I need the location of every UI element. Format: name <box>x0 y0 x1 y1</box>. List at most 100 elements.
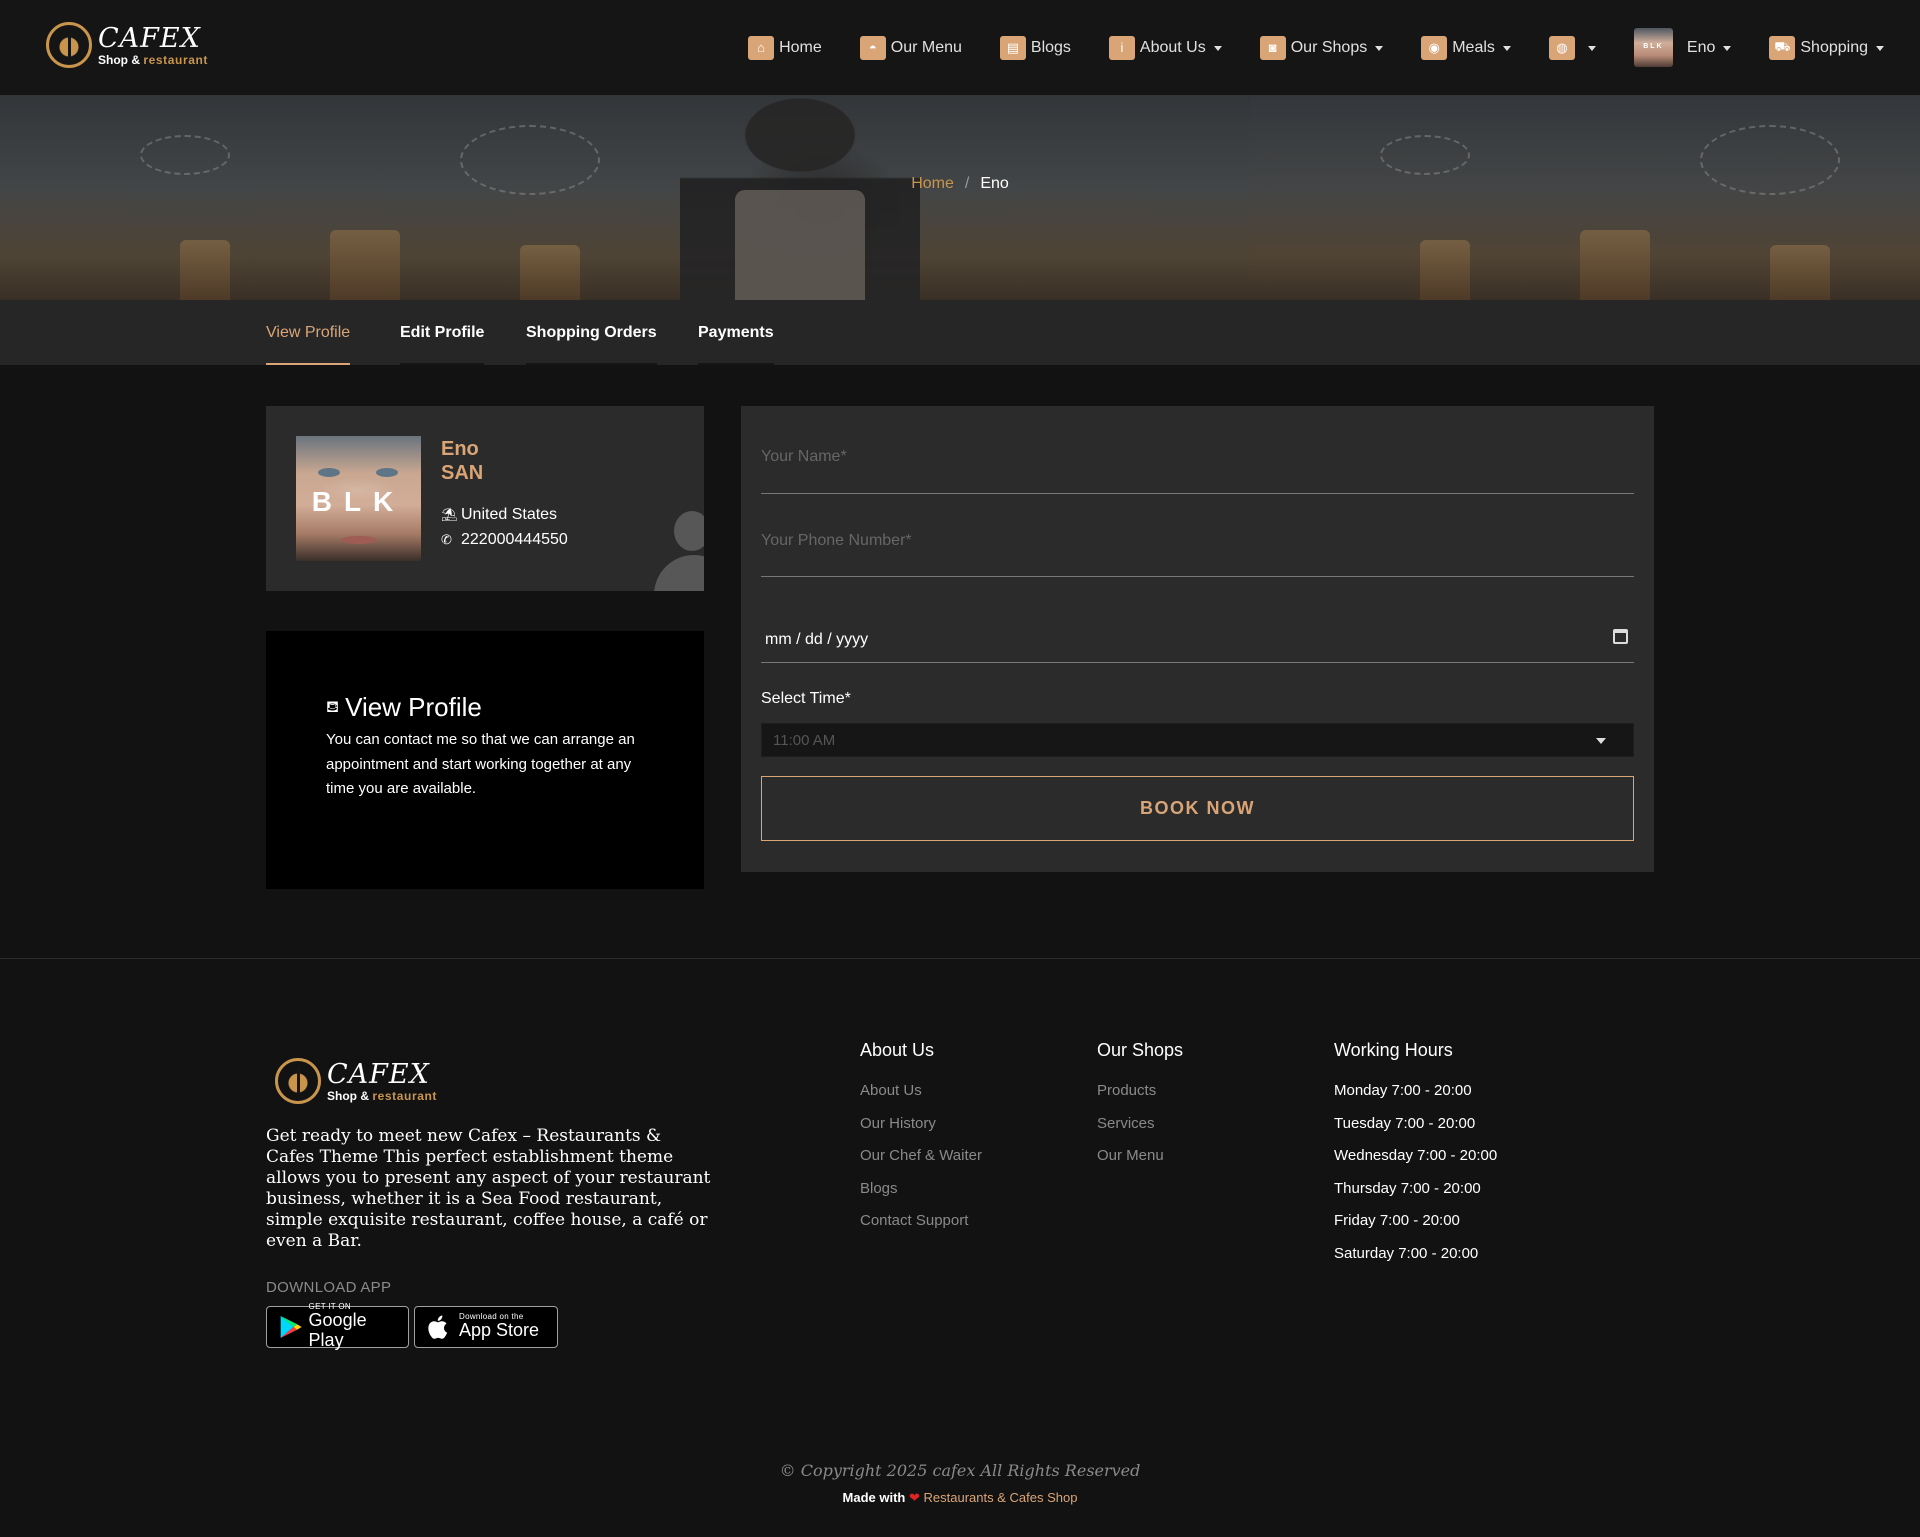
nav-home-label: Home <box>779 38 822 56</box>
profile-first-name: Eno <box>441 438 479 460</box>
nav-user-menu[interactable]: Eno <box>1633 28 1732 67</box>
profile-country: ⛱ United States <box>441 506 557 524</box>
chevron-down-icon <box>1723 46 1732 51</box>
main-nav: ⌂ Home ◓ Our Menu ▤ Blogs i About Us ◙ O… <box>710 0 1884 95</box>
footer-description: Get ready to meet new Cafex – Restaurant… <box>266 1126 711 1251</box>
nav-about-us[interactable]: i About Us <box>1108 35 1222 60</box>
nav-blogs-label: Blogs <box>1030 38 1071 56</box>
profile-phone-text: 222000444550 <box>461 531 568 548</box>
footer-about-column: About Us About Us Our History Our Chef &… <box>860 1040 982 1245</box>
logo-tagline: Shop & restaurant <box>98 52 209 67</box>
apple-icon <box>428 1315 448 1339</box>
nav-language[interactable]: ◍ <box>1548 35 1596 60</box>
footer-link[interactable]: About Us <box>860 1082 982 1115</box>
footer-divider <box>0 958 1920 959</box>
chevron-down-icon <box>1502 46 1511 51</box>
nav-our-shops-label: Our Shops <box>1290 38 1368 56</box>
island-icon: ⛱ <box>441 507 458 522</box>
phone-field[interactable]: Your Phone Number* <box>761 532 1634 577</box>
dining-table-icon: ⛾ <box>326 698 340 716</box>
phone-icon: ✆ <box>441 532 452 547</box>
heart-icon: ❤ <box>909 1490 920 1505</box>
footer-link[interactable]: Our History <box>860 1115 982 1148</box>
made-with: Made with ❤ Restaurants & Cafes Shop <box>842 1490 1078 1505</box>
footer-link[interactable]: Our Menu <box>1097 1147 1183 1180</box>
avatar <box>1633 28 1673 67</box>
footer-shops-column: Our Shops Products Services Our Menu <box>1097 1040 1183 1180</box>
tab-shopping-orders[interactable]: Shopping Orders <box>526 300 657 365</box>
nav-our-menu[interactable]: ◓ Our Menu <box>859 35 962 60</box>
nav-meals-label: Meals <box>1452 38 1495 56</box>
top-navbar: CAFEX Shop & restaurant ⌂ Home ◓ Our Men… <box>0 0 1920 95</box>
book-now-button[interactable]: BOOK NOW <box>761 776 1634 841</box>
footer-logo[interactable]: CAFEX Shop & restaurant <box>275 1058 437 1104</box>
photo-text: BLK <box>311 486 406 517</box>
nav-blogs[interactable]: ▤ Blogs <box>999 35 1071 60</box>
hours-row: Monday 7:00 - 20:00 <box>1334 1082 1472 1099</box>
footer-link[interactable]: Products <box>1097 1082 1183 1115</box>
time-label: Select Time* <box>761 690 851 707</box>
app-store-big: App Store <box>459 1320 540 1341</box>
footer-shops-title: Our Shops <box>1097 1040 1184 1060</box>
footer-logo-tagline: Shop & restaurant <box>327 1088 438 1103</box>
nav-user-name: Eno <box>1686 38 1716 56</box>
hours-row: Saturday 7:00 - 20:00 <box>1334 1244 1479 1262</box>
nav-about-us-label: About Us <box>1139 38 1206 56</box>
footer-link[interactable]: Our Chef & Waiter <box>860 1147 982 1180</box>
home-icon: ⌂ <box>748 35 775 60</box>
name-field[interactable]: Your Name* <box>761 448 1634 494</box>
calendar-icon[interactable] <box>1613 629 1628 644</box>
date-field[interactable]: mm / dd / yyyy <box>761 621 1634 663</box>
info-icon: i <box>1108 35 1135 60</box>
date-value: mm / dd / yyyy <box>765 631 869 648</box>
booking-form: Your Name* Your Phone Number* mm / dd / … <box>741 406 1654 872</box>
hours-row: Friday 7:00 - 20:00 <box>1334 1212 1460 1230</box>
footer-hours-title: Working Hours <box>1334 1040 1453 1060</box>
phone-placeholder: Your Phone Number* <box>761 532 912 549</box>
nav-shopping-label: Shopping <box>1800 38 1868 56</box>
info-card-title: ⛾ View Profile <box>326 692 482 722</box>
logo-mark-icon <box>46 22 92 68</box>
profile-tabs: View Profile Edit Profile Shopping Order… <box>0 300 1920 365</box>
breadcrumb-home[interactable]: Home <box>911 175 954 192</box>
footer-hours-column: Working Hours Monday 7:00 - 20:00 Tuesda… <box>1334 1040 1497 1278</box>
breadcrumb-current: Eno <box>980 175 1009 192</box>
nav-our-menu-label: Our Menu <box>890 38 962 56</box>
profile-last-name: SAN <box>441 462 484 484</box>
time-select[interactable]: 11:00 AM <box>761 723 1634 757</box>
chevron-down-icon <box>1596 738 1606 744</box>
name-placeholder: Your Name* <box>761 448 847 465</box>
nav-home[interactable]: ⌂ Home <box>748 35 822 60</box>
app-store-button[interactable]: Download on the App Store <box>414 1306 558 1348</box>
page-banner: Home / Eno <box>0 95 1920 300</box>
time-select-value: 11:00 AM <box>773 732 836 749</box>
google-play-button[interactable]: GET IT ON Google Play <box>266 1303 409 1350</box>
profile-card: BLK Eno SAN ⛱ United States ✆ 2220004445… <box>266 406 704 591</box>
profile-photo: BLK <box>296 436 421 561</box>
globe-icon: ◍ <box>1548 35 1575 60</box>
logo-name: CAFEX <box>98 22 201 54</box>
logo-mark-icon <box>275 1058 321 1104</box>
tab-edit-profile[interactable]: Edit Profile <box>400 300 485 365</box>
footer-about-title: About Us <box>860 1040 935 1060</box>
footer-link[interactable]: Blogs <box>860 1180 982 1213</box>
footer-link[interactable]: Services <box>1097 1115 1183 1148</box>
chevron-down-icon <box>1213 46 1222 51</box>
nav-our-shops[interactable]: ◙ Our Shops <box>1259 35 1384 60</box>
footer-link[interactable]: Contact Support <box>860 1212 982 1245</box>
tab-payments[interactable]: Payments <box>698 300 774 365</box>
info-card-text: You can contact me so that we can arrang… <box>326 731 635 797</box>
nav-shopping[interactable]: ⛟ Shopping <box>1769 35 1884 60</box>
breadcrumb: Home / Eno <box>0 175 1920 193</box>
meal-icon: ◉ <box>1421 35 1448 60</box>
profile-country-text: United States <box>461 506 558 523</box>
tab-view-profile[interactable]: View Profile <box>266 300 351 365</box>
hours-row: Thursday 7:00 - 20:00 <box>1334 1179 1481 1197</box>
hours-row: Wednesday 7:00 - 20:00 <box>1334 1147 1498 1165</box>
brand-logo[interactable]: CAFEX Shop & restaurant <box>46 22 208 68</box>
google-play-icon <box>280 1316 302 1338</box>
nav-meals[interactable]: ◉ Meals <box>1421 35 1511 60</box>
profile-phone: ✆ 222000444550 <box>441 531 568 549</box>
made-with-brand[interactable]: Restaurants & Cafes Shop <box>924 1490 1078 1505</box>
user-silhouette-icon <box>654 511 704 591</box>
